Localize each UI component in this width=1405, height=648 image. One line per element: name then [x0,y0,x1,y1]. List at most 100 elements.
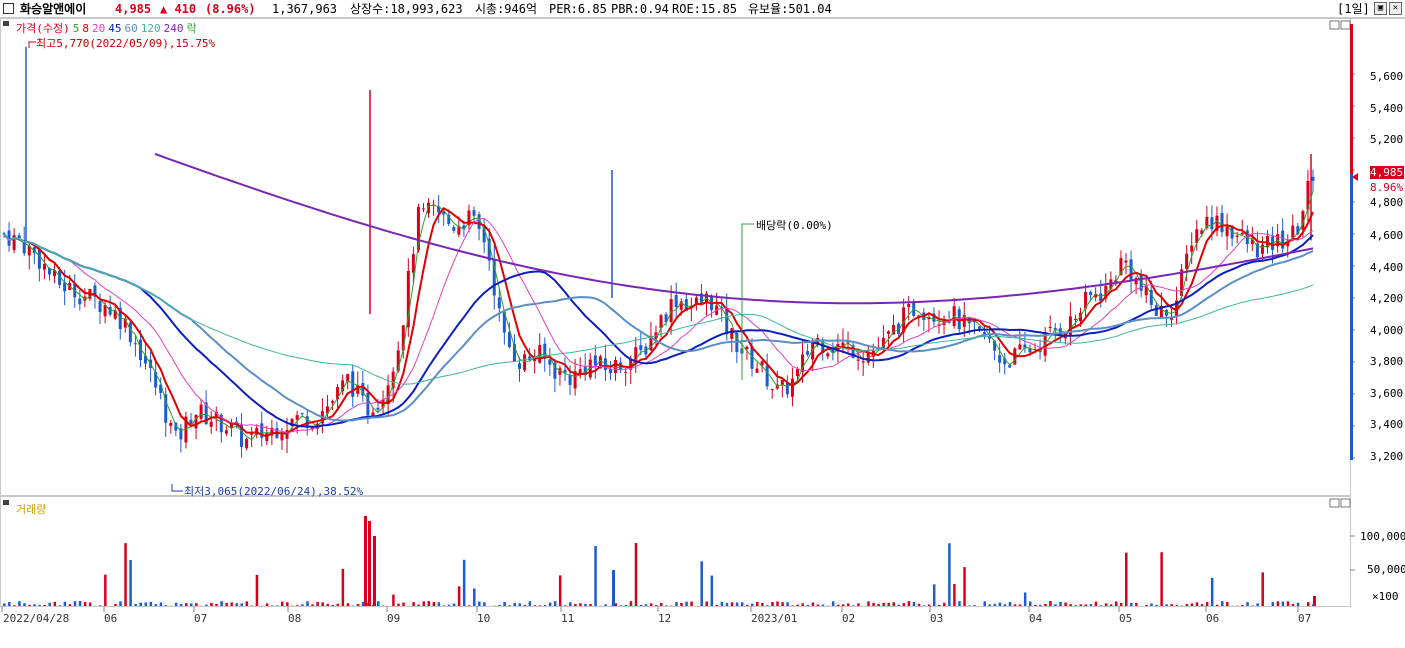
candle-body [189,419,193,424]
legend-price: 가격(수정) [16,22,70,35]
volume-bar [462,559,466,606]
candle-body [1311,176,1315,181]
candle-body [795,369,799,377]
volume-bar [867,601,870,606]
price-range-bar [1350,24,1353,174]
candle-body [169,422,173,426]
volume-bar [134,603,137,606]
volume-bar [685,601,688,606]
volume-bar [432,601,436,606]
chart-legend: 가격(수정) 5 8 20 45 60 120 240 락 [16,20,200,36]
volume-bar [513,602,516,606]
candle-body [755,368,759,373]
volume-bar [1155,604,1158,606]
volume-bar [1185,603,1189,606]
volume-bar [1200,604,1204,606]
volume-bar [205,604,208,606]
volume-bar [392,594,395,606]
volume-spike [1313,596,1316,606]
panel-button-icon[interactable] [1329,20,1340,30]
low-leader-line [171,484,183,492]
candle-body [790,378,794,397]
volume-bar [932,584,936,606]
candle-body [1235,235,1239,237]
volume-bar [821,604,825,606]
volume-bar [346,603,350,606]
volume-bar [629,601,633,606]
volume-bar [356,604,360,606]
candle-body [614,359,618,374]
volume-bar [220,601,223,606]
volume-bar [776,601,779,606]
candle-body [861,361,865,363]
volume-bar [437,602,441,606]
panel-button-icon[interactable] [1340,498,1351,508]
volume-bar [553,601,557,606]
volume-bar [33,604,36,606]
candle-body [639,345,643,351]
candle-body [856,359,860,361]
current-price-marker: 4,985 [1370,166,1404,179]
x-tick: 11 [561,612,575,625]
candle-body [977,326,981,329]
volume-bar [1114,601,1118,606]
volume-bar [988,604,992,606]
volume-bar [665,605,668,606]
volume-spike [364,516,367,606]
volume-bar [139,602,142,606]
candle-body [300,413,304,415]
candle-body [411,254,415,273]
volume-bar [831,601,835,606]
legend-ma20: 20 [91,22,106,35]
volume-bar [1125,552,1128,606]
volume-tick: 100,000 [1360,530,1405,543]
panel-button-icon[interactable] [1340,20,1351,30]
x-tick: 2022/04/28 [3,612,70,625]
volume-bar [1281,601,1285,606]
y-tick: 4,800 [1370,196,1404,209]
candle-body [366,392,370,416]
volume-bar [336,603,340,606]
volume-bar [1069,604,1072,606]
volume-bar [907,601,911,606]
candle-body [1154,305,1158,316]
candle-body [1291,225,1295,238]
candle-body [770,389,774,391]
candle-body [331,401,335,403]
candle-body [1220,213,1224,233]
volume-bar [159,602,163,606]
volume-bar [1291,603,1295,606]
x-tick: 08 [288,612,302,625]
volume-bar [1160,552,1163,606]
candle-body [1048,326,1052,328]
panel-button-icon[interactable] [1329,498,1340,508]
volume-bar [720,601,724,606]
volume-bar [771,601,774,606]
volume-unit: ×100 [1372,590,1399,603]
price-chart[interactable] [0,0,1405,648]
volume-bar [710,575,714,606]
volume-bar [1089,604,1093,606]
candle-body [1018,344,1022,350]
volume-bar [943,602,946,606]
y-tick: 3,800 [1370,355,1404,368]
volume-bar [184,603,188,606]
volume-bar [457,586,461,606]
candle-body [497,297,501,309]
candle-body [765,365,769,387]
volume-bar [857,603,860,606]
x-tick: 09 [387,612,401,625]
volume-bar [8,602,11,606]
volume-bar [326,603,329,606]
candle-body [199,404,203,419]
volume-bar [1130,602,1133,606]
volume-bar [402,602,405,606]
volume-bar [1261,572,1264,606]
volume-bar [1296,602,1300,606]
volume-bar [508,605,511,606]
volume-bar [584,603,587,606]
volume-bar [68,604,72,606]
volume-bar [841,604,845,606]
volume-bar [397,603,400,606]
volume-bar [58,605,62,606]
